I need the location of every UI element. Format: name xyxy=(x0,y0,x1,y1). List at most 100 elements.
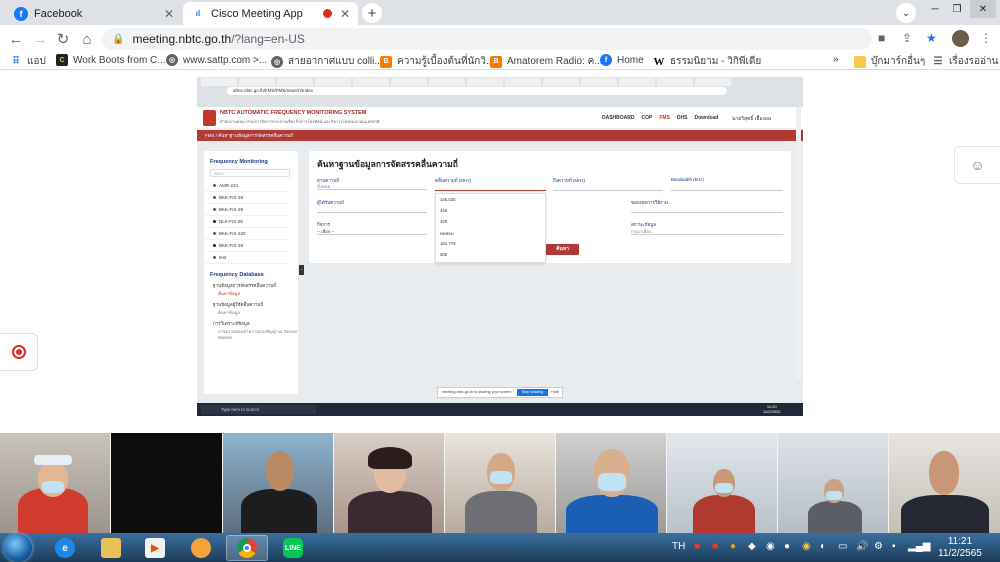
db-item-title: ฐานข้อมูลการจัดสรรคลื่นความถี่ xyxy=(213,283,276,288)
system-clock[interactable]: 11:21 11/2/2565 xyxy=(932,536,988,560)
bookmark-sattp[interactable]: ◎ www.sattp.com >... xyxy=(166,54,267,66)
tray-app-icon[interactable]: ● xyxy=(730,541,736,552)
volume-icon[interactable]: 🔊 xyxy=(856,541,868,552)
nav-cop: COP xyxy=(641,115,653,121)
facebook-icon: f xyxy=(600,54,612,66)
record-button[interactable] xyxy=(0,333,38,371)
participants-panel-toggle[interactable]: ☺ xyxy=(954,146,1000,184)
tray-app-icon[interactable]: ◐ xyxy=(820,541,826,552)
taskbar-explorer[interactable] xyxy=(90,535,132,561)
start-button[interactable] xyxy=(4,534,32,562)
participants-icon: ☺ xyxy=(970,157,985,173)
tray-app-icon[interactable]: ◉ xyxy=(802,541,811,552)
db-item-sub: การตรวจสอบค่าความแรงสัญญาณ Sensor Monito… xyxy=(218,329,298,340)
address-bar[interactable]: 🔒 meeting.nbtc.go.th/?lang=en-US xyxy=(102,28,872,50)
tray-app-icon[interactable]: ■ xyxy=(712,541,718,552)
taskbar-chrome[interactable] xyxy=(226,535,268,561)
blogger-icon: B xyxy=(380,55,392,68)
bookmark-home[interactable]: f Home xyxy=(600,54,644,66)
shared-tab xyxy=(277,78,313,86)
participant-video-tile[interactable] xyxy=(0,433,110,533)
tab-cisco-meeting[interactable]: ıl Cisco Meeting App ✕ xyxy=(183,2,358,25)
tray-app-icon[interactable]: ◆ xyxy=(748,541,756,552)
shared-tab-row xyxy=(201,78,731,86)
folder-icon xyxy=(854,55,866,68)
tray-app-icon[interactable]: ▪ xyxy=(892,541,896,552)
shared-taskbar-clock: 11:20 11/2/2022 xyxy=(763,404,781,414)
field-value xyxy=(435,184,546,191)
bookmark-reading-list[interactable]: ☰ เรื่องรออ่าน xyxy=(932,54,999,69)
tab-title: Cisco Meeting App xyxy=(211,7,303,20)
url-host: meeting.nbtc.go.th xyxy=(132,32,232,46)
taskbar-app-orange[interactable] xyxy=(180,535,222,561)
participant-video-tile[interactable] xyxy=(778,433,888,533)
internet-explorer-icon: e xyxy=(55,538,75,558)
participant-video-tile[interactable] xyxy=(889,433,1000,533)
tab-search-button[interactable]: ⌄ xyxy=(896,3,916,23)
tray-app-icon[interactable]: ■ xyxy=(694,541,700,552)
participant-video-strip xyxy=(0,433,1000,533)
taskbar-line[interactable]: LINE xyxy=(272,535,314,561)
taskbar-media-player[interactable]: ▶ xyxy=(134,535,176,561)
sidebar-database-header: Frequency Database xyxy=(210,272,264,278)
dropdown-option: 300 xyxy=(440,252,448,257)
bookmark-blog-1[interactable]: B ความรู้เบื้องต้นที่นักวิ... xyxy=(380,54,494,69)
station-item: test xyxy=(204,252,292,264)
tray-app-icon[interactable]: ◉ xyxy=(766,541,775,552)
minimize-button[interactable]: ─ xyxy=(924,0,946,18)
record-icon xyxy=(11,345,26,359)
tray-app-icon[interactable]: ⚙ xyxy=(874,541,883,552)
participant-video-tile[interactable] xyxy=(111,433,222,533)
more-menu-icon[interactable]: ⋮ xyxy=(980,31,992,45)
close-window-button[interactable]: ✕ xyxy=(970,0,996,18)
bookmark-wikipedia[interactable]: W ธรรมนิยาม - วิกิพีเดีย xyxy=(653,54,762,69)
station-label: BKK-FIX-29 xyxy=(219,207,244,212)
back-button[interactable]: ← xyxy=(6,29,26,49)
station-label: NLK-FIX-28 xyxy=(219,219,243,224)
bookmark-colli[interactable]: ◎ สายอากาศแบบ colli... xyxy=(271,54,383,69)
participant-video-tile[interactable] xyxy=(667,433,777,533)
field-value: ทั้งหมด xyxy=(317,183,427,190)
restore-button[interactable]: ❐ xyxy=(946,0,968,18)
bookmark-star-icon[interactable]: ★ xyxy=(926,31,937,45)
shared-clock-date: 11/2/2022 xyxy=(763,409,781,414)
nav-dhs: DHS xyxy=(676,115,688,121)
cat-icon: C xyxy=(56,54,68,66)
bookmark-label: Home xyxy=(617,54,644,66)
bookmark-other[interactable]: บุ๊กมาร์กอื่นๆ xyxy=(854,54,925,69)
more-bookmarks-chevron[interactable]: » xyxy=(833,54,839,65)
tab-facebook[interactable]: f Facebook ✕ xyxy=(6,2,182,25)
nav-dashboard: DASHBOARD xyxy=(602,115,635,121)
new-tab-button[interactable]: + xyxy=(362,3,382,23)
bookmark-work-boots[interactable]: C Work Boots from C... xyxy=(56,54,166,66)
forward-button[interactable]: → xyxy=(30,29,50,49)
shared-address-bar: afms.nbtc.go.th/FMS/FMS/Search/Index xyxy=(227,87,727,95)
bookmark-apps[interactable]: ⠿ แอป xyxy=(10,54,45,69)
tray-app-icon[interactable]: ▭ xyxy=(838,541,847,552)
shared-tab xyxy=(619,78,655,86)
close-icon[interactable]: ✕ xyxy=(340,7,350,21)
participant-video-tile[interactable] xyxy=(223,433,333,533)
home-button[interactable]: ⌂ xyxy=(77,29,97,49)
share-icon[interactable]: ⇪ xyxy=(902,31,912,45)
language-indicator[interactable]: TH xyxy=(672,541,685,552)
network-signal-icon[interactable]: ▂▄▆ xyxy=(908,541,930,552)
station-item: BKK-FIX-220 xyxy=(204,228,292,240)
camera-icon[interactable]: ■ xyxy=(878,31,885,45)
bookmark-label: ธรรมนิยาม - วิกิพีเดีย xyxy=(670,56,762,67)
bookmark-label: Work Boots from C... xyxy=(73,54,166,66)
close-icon[interactable]: ✕ xyxy=(164,7,174,21)
field-label: สถานะข้อมูล xyxy=(631,222,656,227)
participant-video-tile[interactable] xyxy=(445,433,555,533)
shared-tab xyxy=(657,78,693,86)
profile-avatar[interactable] xyxy=(952,30,969,47)
apps-grid-icon: ⠿ xyxy=(12,56,20,67)
tray-app-icon[interactable]: ● xyxy=(784,541,790,552)
taskbar-ie[interactable]: e xyxy=(44,535,86,561)
participant-video-tile[interactable] xyxy=(556,433,666,533)
screen-share-notice: meeting.nbtc.go.th is sharing your scree… xyxy=(437,387,563,398)
lock-icon: 🔒 xyxy=(112,33,125,45)
participant-video-tile[interactable] xyxy=(334,433,444,533)
reload-button[interactable]: ↻ xyxy=(53,29,73,49)
bookmark-amatorem[interactable]: B Amatorem Radio: ค... xyxy=(490,54,603,69)
